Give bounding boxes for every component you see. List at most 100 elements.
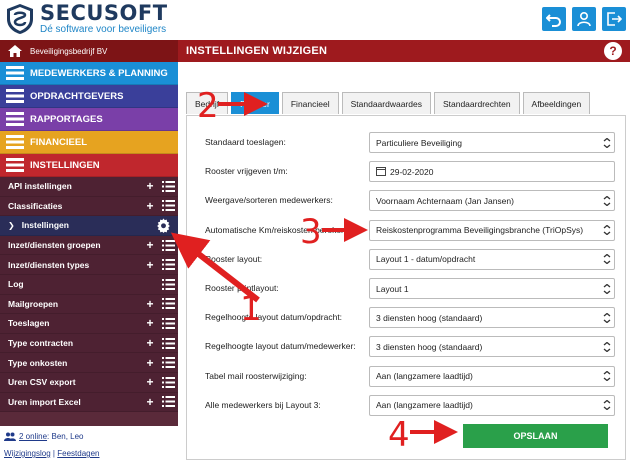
list-icon xyxy=(161,357,175,369)
list-button[interactable] xyxy=(158,278,178,290)
tab-rooster[interactable]: Rooster xyxy=(231,92,279,114)
submenu-item-mailgroepen[interactable]: Mailgroepen + xyxy=(0,294,178,315)
tab-standaardwaardes[interactable]: Standaardwaardes xyxy=(341,92,431,114)
date-field[interactable]: 29-02-2020 xyxy=(369,161,615,183)
settings-submenu: API instellingen + Classificaties + ❯ Instell… xyxy=(0,177,178,413)
setting-select[interactable]: Aan (langzamere laadtijd) xyxy=(369,394,615,416)
menu-item-label: RAPPORTAGES xyxy=(30,113,103,125)
gear-icon[interactable] xyxy=(156,218,171,233)
add-icon[interactable]: + xyxy=(142,336,158,350)
list-button[interactable] xyxy=(158,317,178,329)
list-button[interactable] xyxy=(158,337,178,349)
menu-icon xyxy=(6,66,24,80)
submenu-item-toeslagen[interactable]: Toeslagen + xyxy=(0,314,178,334)
add-icon[interactable]: + xyxy=(142,375,158,389)
save-button[interactable]: OPSLAAN xyxy=(463,424,608,448)
tab-financieel[interactable]: Financieel xyxy=(281,92,339,114)
submenu-item-label: Log xyxy=(8,279,24,290)
menu-item-label: OPDRACHTGEVERS xyxy=(30,90,124,102)
tab-bedrijf[interactable]: Bedrijf xyxy=(186,92,229,114)
list-icon xyxy=(161,239,175,251)
list-icon xyxy=(161,376,175,388)
field-value: Layout 1 xyxy=(376,283,409,294)
submenu-item-type-contracten[interactable]: Type contracten + xyxy=(0,333,178,354)
setting-select[interactable]: Voornaam Achternaam (Jan Jansen) xyxy=(369,190,615,212)
add-icon[interactable]: + xyxy=(142,199,158,213)
online-users-link[interactable]: 2 online xyxy=(19,432,47,441)
setting-select[interactable]: Layout 1 - datum/opdracht xyxy=(369,248,615,270)
menu-item-financieel[interactable]: FINANCIEEL xyxy=(0,131,178,154)
add-icon[interactable]: + xyxy=(142,238,158,252)
chevron-down-icon xyxy=(603,371,611,382)
submenu-item-label: Type contracten xyxy=(8,338,74,349)
submenu-item-instellingen[interactable]: ❯ Instellingen xyxy=(0,216,178,236)
setting-label: Automatische Km/reiskosten berekening: xyxy=(205,224,360,235)
list-icon xyxy=(161,200,175,212)
setting-select[interactable]: Particuliere Beveiliging xyxy=(369,132,615,153)
submenu-item-label: Uren import Excel xyxy=(8,396,81,407)
list-icon xyxy=(161,298,175,310)
list-button[interactable] xyxy=(158,180,178,192)
list-button[interactable] xyxy=(158,357,178,369)
menu-item-medewerkers-planning[interactable]: MEDEWERKERS & PLANNING xyxy=(0,62,178,85)
submenu-item-uren-import-excel[interactable]: Uren import Excel + xyxy=(0,392,178,413)
company-name: Beveiligingsbedrijf BV xyxy=(30,46,108,56)
setting-row: Rooster printlayout: Layout 1 xyxy=(195,276,615,300)
setting-label: Regelhoogte layout datum/medewerker: xyxy=(205,341,356,352)
change-log-link[interactable]: Wijzigingslog xyxy=(4,449,51,458)
setting-select[interactable]: Layout 1 xyxy=(369,278,615,299)
setting-select[interactable]: Aan (langzamere laadtijd) xyxy=(369,365,615,387)
help-button[interactable]: ? xyxy=(604,42,622,60)
menu-item-instellingen[interactable]: INSTELLINGEN xyxy=(0,154,178,177)
list-icon xyxy=(161,259,175,271)
setting-select[interactable]: 3 diensten hoog (standaard) xyxy=(369,307,615,329)
setting-label: Tabel mail roosterwijziging: xyxy=(205,370,307,381)
menu-icon xyxy=(6,89,24,103)
submenu-item-label: Toeslagen xyxy=(8,318,50,329)
undo-button[interactable] xyxy=(542,7,566,31)
online-users-names: : Ben, Leo xyxy=(47,432,84,441)
add-icon[interactable]: + xyxy=(142,297,158,311)
setting-label: Alle medewerkers bij Layout 3: xyxy=(205,399,321,410)
list-button[interactable] xyxy=(158,200,178,212)
menu-item-opdrachtgevers[interactable]: OPDRACHTGEVERS xyxy=(0,85,178,108)
submenu-item-inzet-diensten-types[interactable]: Inzet/diensten types + xyxy=(0,255,178,275)
setting-label: Rooster layout: xyxy=(205,253,263,264)
list-button[interactable] xyxy=(158,376,178,388)
sidebar: MEDEWERKERS & PLANNING OPDRACHTGEVERS RAPP… xyxy=(0,62,178,465)
tab-afbeeldingen[interactable]: Afbeeldingen xyxy=(522,92,591,114)
holidays-link[interactable]: Feestdagen xyxy=(57,449,99,458)
field-value: 3 diensten hoog (standaard) xyxy=(376,341,483,352)
brand-logo[interactable]: SECUSOFT Dé software voor beveiligers xyxy=(4,3,168,35)
list-button[interactable] xyxy=(158,259,178,271)
menu-icon xyxy=(6,135,24,149)
list-button[interactable] xyxy=(158,298,178,310)
chevron-right-icon: ❯ xyxy=(8,220,15,230)
tab-standaardrechten[interactable]: Standaardrechten xyxy=(433,92,520,114)
add-icon[interactable]: + xyxy=(142,395,158,409)
menu-item-rapportages[interactable]: RAPPORTAGES xyxy=(0,108,178,131)
setting-row: Regelhoogte layout datum/medewerker: 3 di… xyxy=(195,334,615,358)
add-icon[interactable]: + xyxy=(142,258,158,272)
add-icon[interactable]: + xyxy=(142,356,158,370)
setting-label: Rooster vrijgeven t/m: xyxy=(205,166,288,177)
company-home[interactable]: Beveiligingsbedrijf BV xyxy=(0,40,178,62)
list-button[interactable] xyxy=(158,239,178,251)
setting-row: Weergave/sorteren medewerkers: Voornaam A… xyxy=(195,188,615,212)
submenu-item-api-instellingen[interactable]: API instellingen + xyxy=(0,177,178,197)
chevron-down-icon xyxy=(603,137,611,148)
setting-row: Rooster layout: Layout 1 - datum/opdracht xyxy=(195,247,615,271)
submenu-item-type-onkosten[interactable]: Type onkosten + xyxy=(0,353,178,373)
submenu-item-uren-csv-export[interactable]: Uren CSV export + xyxy=(0,372,178,393)
add-icon[interactable]: + xyxy=(142,179,158,193)
footer-separator: | xyxy=(52,449,55,458)
list-button[interactable] xyxy=(158,396,178,408)
submenu-item-inzet-diensten-groepen[interactable]: Inzet/diensten groepen + xyxy=(0,235,178,256)
setting-select[interactable]: 3 diensten hoog (standaard) xyxy=(369,336,615,358)
submenu-item-log[interactable]: Log xyxy=(0,274,178,295)
user-profile-button[interactable] xyxy=(572,7,596,31)
submenu-item-classificaties[interactable]: Classificaties + xyxy=(0,196,178,217)
add-icon[interactable]: + xyxy=(142,316,158,330)
logout-button[interactable] xyxy=(602,7,626,31)
setting-select[interactable]: Reiskostenprogramma Beveiligingsbranche … xyxy=(369,219,615,241)
